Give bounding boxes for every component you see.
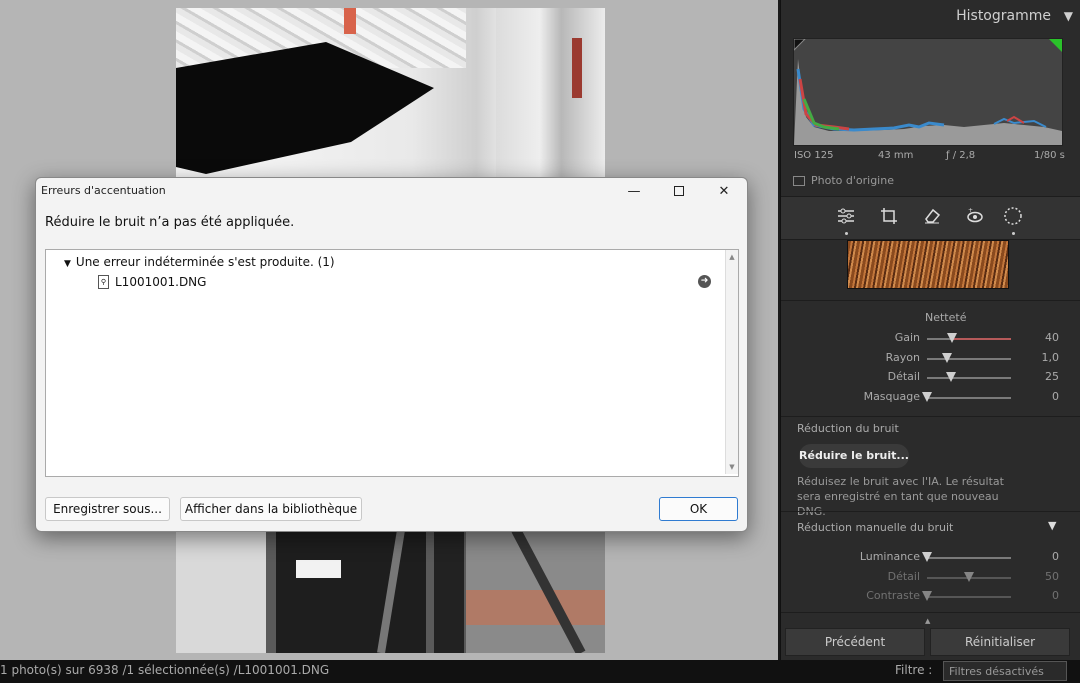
edit-sliders-icon[interactable]	[835, 205, 857, 227]
edit-toolbar: +	[781, 196, 1080, 240]
selection-status[interactable]: 1 photo(s) sur 6938 /1 sélectionnée(s) /…	[0, 663, 329, 677]
tree-scrollbar[interactable]: ▲ ▼	[725, 250, 738, 474]
mask-indicator-dot	[1012, 232, 1015, 235]
scroll-down-icon[interactable]: ▼	[726, 463, 738, 471]
slider-track[interactable]	[927, 357, 1011, 360]
shutter-readout: 1/80 s	[1034, 150, 1065, 161]
original-photo-label: Photo d'origine	[811, 174, 894, 187]
error-group-label: Une erreur indéterminée s'est produite. …	[75, 255, 335, 269]
eraser-icon[interactable]	[921, 205, 943, 227]
active-tool-dot	[845, 232, 848, 235]
filter-select[interactable]: Filtres désactivés	[943, 661, 1067, 681]
photo-umbrella	[176, 42, 434, 174]
slider-value[interactable]: 0	[1019, 390, 1059, 403]
svg-text:+: +	[968, 207, 973, 214]
scroll-up-icon[interactable]: ▲	[726, 253, 738, 261]
slider-value[interactable]: 1,0	[1019, 351, 1060, 364]
slider-track[interactable]	[927, 377, 1011, 379]
slider-track[interactable]	[927, 557, 1011, 559]
slider-value[interactable]: 50	[1019, 570, 1059, 583]
go-to-file-arrow-icon[interactable]: ➜	[698, 275, 711, 288]
reduce-noise-button[interactable]: Réduire le bruit...	[799, 444, 909, 468]
red-eye-icon[interactable]: +	[964, 205, 986, 227]
slider-value[interactable]: 0	[1019, 589, 1059, 602]
photo-lower-part	[176, 527, 605, 653]
slider-track[interactable]	[927, 396, 1011, 399]
ok-button[interactable]: OK	[659, 497, 738, 521]
slider-thumb[interactable]	[942, 352, 953, 363]
reset-button[interactable]: Réinitialiser	[930, 628, 1070, 656]
slider-thumb[interactable]	[922, 591, 932, 601]
error-file-item[interactable]: ⚲ L1001001.DNG	[98, 275, 206, 289]
crop-icon[interactable]	[878, 205, 900, 227]
original-photo-checkbox[interactable]	[793, 176, 805, 186]
slider-label: Gain	[894, 331, 920, 344]
histogram[interactable]	[793, 38, 1063, 146]
show-in-library-button[interactable]: Afficher dans la bibliothèque	[180, 497, 362, 521]
iso-readout: ISO 125	[794, 150, 834, 161]
shadow-clipping-icon	[794, 39, 806, 51]
divider	[781, 416, 1080, 417]
filter-select-value: Filtres désactivés	[949, 665, 1044, 678]
expand-triangle-icon[interactable]: ▼	[1048, 519, 1056, 532]
focal-readout: 43 mm	[878, 150, 914, 161]
close-icon[interactable]: ✕	[701, 178, 747, 204]
divider	[781, 300, 1080, 301]
slider-track[interactable]	[927, 338, 1011, 340]
filter-label: Filtre :	[895, 663, 933, 677]
slider-thumb[interactable]	[922, 552, 932, 562]
filmstrip-status-bar: 1 photo(s) sur 6938 /1 sélectionnée(s) /…	[0, 660, 1080, 683]
slider-value[interactable]: 40	[1019, 331, 1059, 344]
slider-label: Rayon	[885, 350, 920, 364]
detail-preview-thumbnail[interactable]	[847, 240, 1009, 289]
noise-reduction-title: Réduction du bruit	[797, 422, 899, 435]
manual-nr-title[interactable]: Réduction manuelle du bruit	[797, 521, 953, 534]
slider-label: Détail	[887, 370, 920, 383]
histogram-title[interactable]: Histogramme	[956, 8, 1051, 24]
collapse-triangle-icon[interactable]: ▼	[1064, 9, 1073, 23]
slider-value[interactable]: 25	[1019, 370, 1059, 383]
highlight-clipping-icon	[1049, 39, 1062, 52]
slider-track[interactable]	[927, 596, 1011, 598]
sharpening-errors-dialog: Erreurs d'accentuation — ✕ Réduire le br…	[35, 177, 748, 532]
dialog-title: Erreurs d'accentuation	[41, 184, 166, 197]
slider-thumb[interactable]	[946, 372, 957, 382]
divider	[781, 511, 1080, 512]
slider-value[interactable]: 0	[1019, 550, 1059, 563]
minimize-icon[interactable]: —	[611, 178, 657, 204]
divider	[781, 612, 1080, 613]
previous-button[interactable]: Précédent	[785, 628, 925, 656]
file-icon: ⚲	[98, 275, 109, 289]
develop-right-panel: Histogramme ▼ ISO 125 43 mm ƒ / 2,8 1/80…	[780, 0, 1080, 660]
dialog-message: Réduire le bruit n’a pas été appliquée.	[45, 215, 295, 230]
slider-label: Luminance	[859, 550, 920, 563]
masking-icon[interactable]	[1002, 205, 1024, 227]
photo-red-patch	[344, 8, 356, 34]
photo-red-shutter	[572, 38, 582, 98]
slider-label: Contraste	[866, 589, 920, 602]
photo-wall	[496, 8, 605, 183]
error-tree[interactable]: ▼ Une erreur indéterminée s'est produite.…	[45, 249, 739, 477]
aperture-readout: ƒ / 2,8	[946, 150, 976, 161]
expand-triangle-icon[interactable]: ▼	[64, 259, 71, 269]
save-as-button[interactable]: Enregistrer sous...	[45, 497, 170, 521]
slider-label: Détail	[887, 569, 920, 583]
maximize-icon[interactable]	[656, 178, 702, 204]
slider-thumb[interactable]	[947, 333, 958, 343]
sharpening-title: Netteté	[925, 311, 967, 324]
error-group[interactable]: ▼ Une erreur indéterminée s'est produite.…	[64, 255, 335, 269]
slider-thumb[interactable]	[922, 391, 932, 402]
panel-end-marker-icon: ▲	[925, 617, 931, 625]
noise-reduction-description: Réduisez le bruit avec l'IA. Le résultat…	[797, 475, 1004, 518]
error-file-name: L1001001.DNG	[115, 275, 207, 289]
slider-label: Masquage	[863, 389, 920, 403]
slider-thumb[interactable]	[964, 571, 974, 582]
